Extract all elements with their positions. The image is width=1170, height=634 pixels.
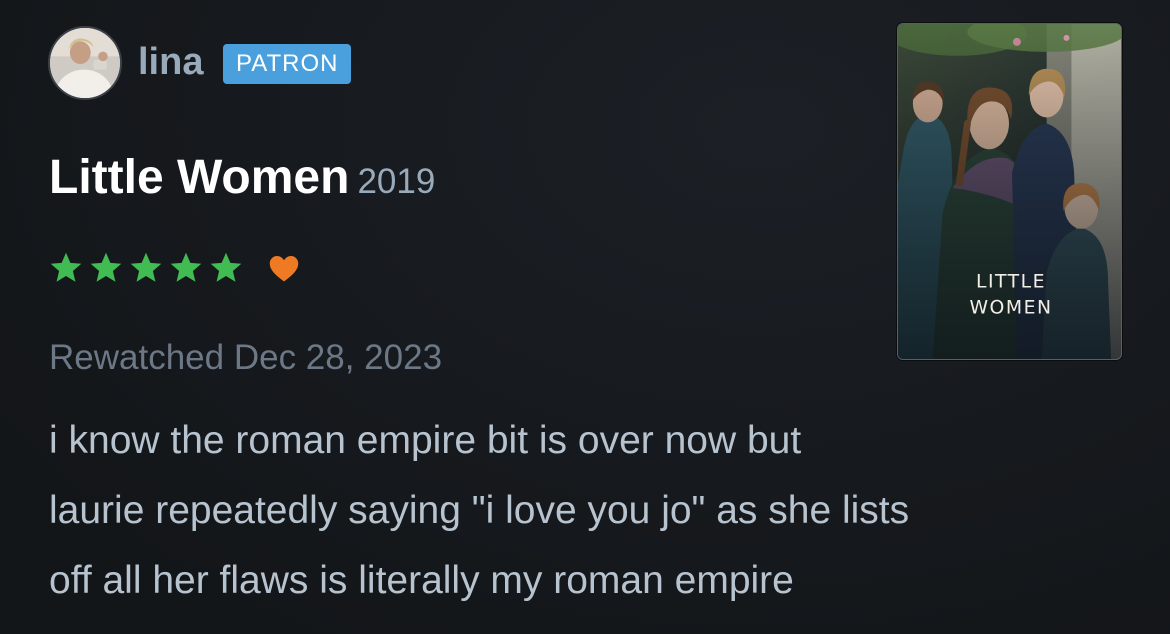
star-icon [50,252,82,282]
star-icon [170,252,202,282]
poster-title-line1: LITTLE [976,271,1046,292]
review-line: laurie repeatedly saying "i love you jo"… [49,489,910,532]
heart-icon [269,256,299,282]
rating [48,250,302,286]
film-title[interactable]: Little Women [49,151,349,204]
star-icon [90,252,122,282]
watched-date: Rewatched Dec 28, 2023 [49,338,443,377]
avatar[interactable] [48,26,122,100]
review-line: off all her flaws is literally my roman … [49,559,794,602]
film-poster[interactable]: LITTLE WOMEN [897,23,1122,360]
film-heading: Little Women 2019 [49,148,435,212]
patron-badge: PATRON [223,44,352,84]
review-line: i know the roman empire bit is over now … [49,419,802,462]
star-rating [48,250,248,286]
star-icon [130,252,162,282]
avatar-image [50,28,120,98]
star-icon [210,252,242,282]
poster-image: LITTLE WOMEN [898,24,1121,359]
review-text: i know the roman empire bit is over now … [49,406,1119,616]
username[interactable]: lina [138,38,203,86]
poster-title-line2: WOMEN [969,297,1052,318]
film-year[interactable]: 2019 [357,162,435,201]
